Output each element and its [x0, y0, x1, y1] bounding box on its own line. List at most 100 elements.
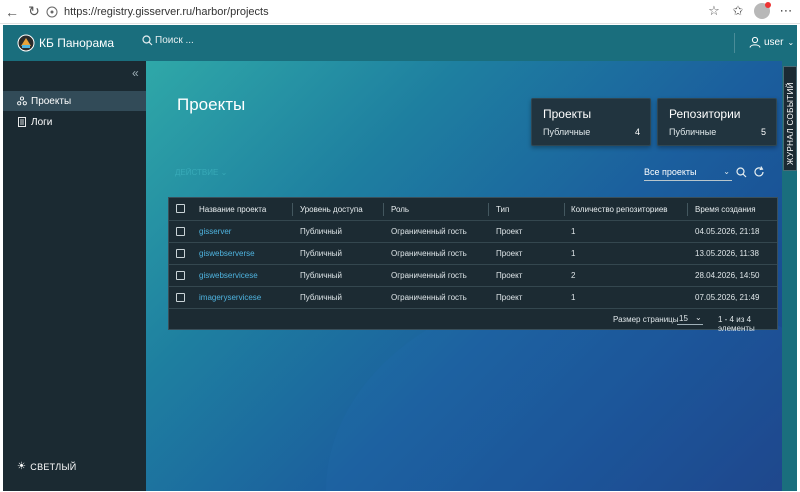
project-name-link[interactable]: gisserver [199, 221, 231, 242]
back-icon[interactable]: ← [2, 2, 22, 22]
column-separator[interactable] [687, 203, 688, 216]
access-level: Публичный [300, 271, 343, 280]
project-name-link[interactable]: giswebservicese [199, 265, 258, 286]
sun-icon: ☀ [17, 461, 27, 472]
column-separator[interactable] [488, 203, 489, 216]
repo-count: 2 [571, 271, 576, 280]
logs-icon [18, 117, 26, 127]
page-size-select[interactable]: 15 ⌄ [677, 313, 703, 325]
row-checkbox[interactable] [176, 227, 185, 236]
reload-icon[interactable]: ↻ [24, 2, 44, 22]
sidebar-item-label: Проекты [31, 95, 72, 107]
creation-time: 04.05.2026, 21:18 [695, 227, 760, 236]
role: Ограниченный гость [391, 293, 467, 302]
column-header-name[interactable]: Название проекта [199, 198, 266, 220]
user-icon [749, 36, 761, 48]
repo-count: 1 [571, 227, 576, 236]
sidebar-item-projects[interactable]: Проекты [3, 91, 146, 111]
event-log-tab[interactable]: ЖУРНАЛ СОБЫТИЙ [783, 66, 797, 171]
collapse-sidebar-icon[interactable]: « [132, 66, 139, 80]
column-header-type[interactable]: Тип [496, 198, 509, 220]
event-log-label: ЖУРНАЛ СОБЫТИЙ [786, 82, 795, 165]
table-header: Название проекта Уровень доступа Роль Ти… [169, 198, 777, 221]
column-header-repos[interactable]: Количество репозиториев [571, 198, 668, 220]
type: Проект [496, 293, 523, 302]
action-dropdown[interactable]: ДЕЙСТВИЕ ⌄ [175, 168, 227, 177]
column-header-access[interactable]: Уровень доступа [300, 198, 363, 220]
project-name-link[interactable]: imageryservicese [199, 287, 261, 308]
refresh-icon[interactable] [753, 166, 765, 178]
creation-time: 13.05.2026, 11:38 [695, 249, 759, 258]
favorites-icon[interactable]: ✩ [730, 3, 746, 19]
repo-count: 1 [571, 249, 576, 258]
type: Проект [496, 271, 523, 280]
sidebar-item-label: Логи [31, 116, 53, 128]
theme-toggle[interactable]: ☀ СВЕТЛЫЙ [17, 461, 77, 472]
action-label: ДЕЙСТВИЕ [175, 168, 219, 177]
access-level: Публичный [300, 227, 343, 236]
access-level: Публичный [300, 249, 343, 258]
select-all-checkbox[interactable] [176, 204, 185, 213]
chevron-down-icon: ⌄ [787, 37, 795, 47]
right-rail: ЖУРНАЛ СОБЫТИЙ [782, 61, 797, 491]
table-row: imageryservicese Публичный Ограниченный … [169, 287, 777, 309]
card-subtitle: Публичные [543, 127, 591, 137]
table-row: giswebserverse Публичный Ограниченный го… [169, 243, 777, 265]
access-level: Публичный [300, 293, 343, 302]
sidebar-item-logs[interactable]: Логи [3, 112, 146, 132]
project-name-link[interactable]: giswebserverse [199, 243, 255, 264]
user-name: user [764, 36, 784, 48]
brand[interactable]: КБ Панорама [17, 25, 114, 61]
chevron-down-icon: ⌄ [695, 313, 702, 322]
row-checkbox[interactable] [176, 293, 185, 302]
browser-profile-avatar[interactable] [754, 2, 771, 19]
table-row: giswebservicese Публичный Ограниченный г… [169, 265, 777, 287]
page-title: Проекты [177, 95, 246, 114]
table-row: gisserver Публичный Ограниченный гость П… [169, 221, 777, 243]
repo-count: 1 [571, 293, 576, 302]
card-value: 4 [634, 127, 640, 137]
sidebar: « Проекты Логи ☀ СВЕТЛЫЙ [3, 61, 146, 491]
search-icon[interactable] [736, 167, 747, 178]
filter-value: Все проекты [644, 167, 697, 177]
role: Ограниченный гость [391, 271, 467, 280]
role: Ограниченный гость [391, 249, 467, 258]
address-bar[interactable]: https://registry.gisserver.ru/harbor/pro… [46, 3, 296, 21]
repositories-summary-card: Репозитории Публичные 5 [657, 98, 777, 146]
projects-icon [17, 96, 27, 106]
column-header-role[interactable]: Роль [391, 198, 409, 220]
row-checkbox[interactable] [176, 271, 185, 280]
type: Проект [496, 249, 523, 258]
chevron-down-icon: ⌄ [723, 167, 730, 176]
type: Проект [496, 227, 523, 236]
row-checkbox[interactable] [176, 249, 185, 258]
star-icon[interactable]: ☆ [706, 3, 722, 19]
card-value: 5 [760, 127, 766, 137]
site-info-icon[interactable] [46, 6, 58, 18]
creation-time: 07.05.2026, 21:49 [695, 293, 760, 302]
page-size-label: Размер страницы [613, 315, 679, 324]
projects-table: Название проекта Уровень доступа Роль Ти… [168, 197, 778, 333]
page-size-value: 15 [679, 314, 688, 323]
column-separator[interactable] [292, 203, 293, 216]
project-filter-select[interactable]: Все проекты ⌄ [644, 167, 732, 181]
card-subtitle: Публичные [669, 127, 717, 137]
main-content: Проекты Проекты Публичные 4 Репозитории … [146, 61, 782, 491]
search-input[interactable]: Поиск ... [155, 35, 194, 46]
creation-time: 28.04.2026, 14:50 [695, 271, 760, 280]
theme-label: СВЕТЛЫЙ [30, 461, 77, 472]
harbor-logo-icon [17, 34, 35, 52]
column-header-created[interactable]: Время создания [695, 198, 756, 220]
global-search[interactable]: Поиск ... [142, 35, 194, 46]
chevron-down-icon: ⌄ [220, 168, 228, 177]
role: Ограниченный гость [391, 227, 467, 236]
column-separator[interactable] [383, 203, 384, 216]
card-title: Проекты [543, 107, 592, 121]
url-text: https://registry.gisserver.ru/harbor/pro… [64, 6, 269, 18]
search-icon [142, 35, 153, 46]
user-menu[interactable]: user ⌄ [749, 36, 794, 48]
pagination-info: 1 - 4 из 4 элементы [718, 315, 755, 333]
more-icon[interactable]: ⋯ [778, 3, 794, 19]
projects-summary-card: Проекты Публичные 4 [531, 98, 651, 146]
column-separator[interactable] [564, 203, 565, 216]
